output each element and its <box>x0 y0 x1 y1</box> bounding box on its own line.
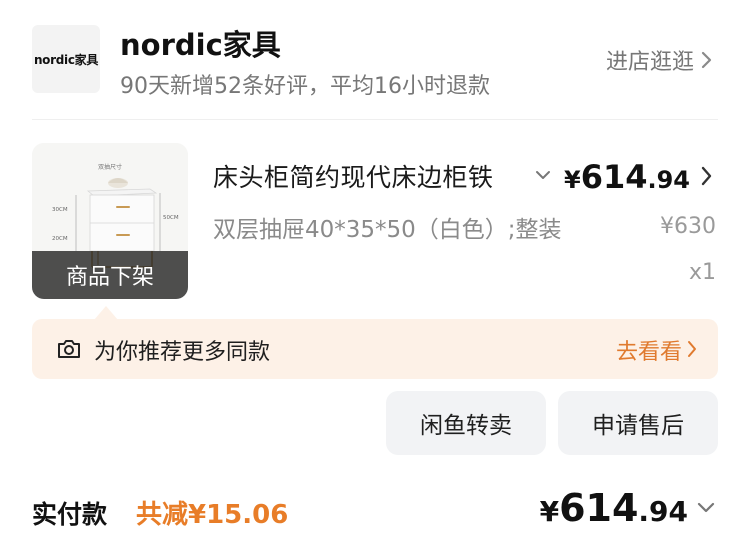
quantity: x1 <box>688 260 716 285</box>
image-label-height-bottom: 20CM <box>52 236 68 242</box>
after-sale-button[interactable]: 申请售后 <box>558 391 718 455</box>
delisted-badge: 商品下架 <box>32 251 188 299</box>
price-symbol: ¥ <box>563 166 581 194</box>
original-price: ¥630 <box>660 214 716 239</box>
chevron-right-icon <box>701 51 712 69</box>
image-label-height-top: 30CM <box>52 207 68 213</box>
recommend-caret <box>94 306 118 320</box>
total-decimal: .94 <box>638 495 688 528</box>
camera-icon <box>58 340 80 358</box>
store-logo-text: nordic家具 <box>33 52 99 67</box>
total-symbol: ¥ <box>539 495 560 528</box>
discount-amount: 共减¥15.06 <box>136 500 289 530</box>
price-integer: 614 <box>580 158 648 196</box>
product-title[interactable]: 床头柜简约现代床边柜铁 <box>213 158 523 194</box>
resell-button[interactable]: 闲鱼转卖 <box>386 391 546 455</box>
image-label-title: 双抽尺寸 <box>98 163 122 171</box>
enter-store-link[interactable]: 进店逛逛 <box>606 44 714 76</box>
product-spec: 双层抽屉40*35*50（白色）;整装 <box>213 217 562 243</box>
recommend-text: 为你推荐更多同款 <box>94 340 271 365</box>
total-paid: ¥614.94 <box>540 486 688 530</box>
chevron-right-icon <box>688 341 696 357</box>
chevron-down-icon[interactable] <box>696 500 716 516</box>
chevron-right-icon[interactable] <box>700 165 714 187</box>
recommend-link[interactable]: 去看看 <box>616 334 682 366</box>
store-logo[interactable]: nordic家具 <box>32 25 100 93</box>
expand-title-chevron-icon[interactable] <box>533 165 553 185</box>
enter-store-label: 进店逛逛 <box>605 50 694 75</box>
store-stats: 90天新增52条好评，平均16小时退款 <box>120 74 490 99</box>
total-integer: 614 <box>559 486 639 530</box>
header-divider <box>32 119 718 120</box>
paid-amount-label: 实付款 <box>32 500 108 529</box>
product-thumbnail[interactable]: 双抽尺寸 30CM 50CM 20CM 商品下架 <box>32 143 188 299</box>
image-label-height-total: 50CM <box>163 215 179 221</box>
recommend-similar-bar[interactable]: 为你推荐更多同款 去看看 <box>32 319 718 379</box>
price-decimal: .94 <box>647 166 690 194</box>
product-price: ¥614.94 <box>564 158 690 196</box>
store-name[interactable]: nordic家具 <box>120 22 281 64</box>
